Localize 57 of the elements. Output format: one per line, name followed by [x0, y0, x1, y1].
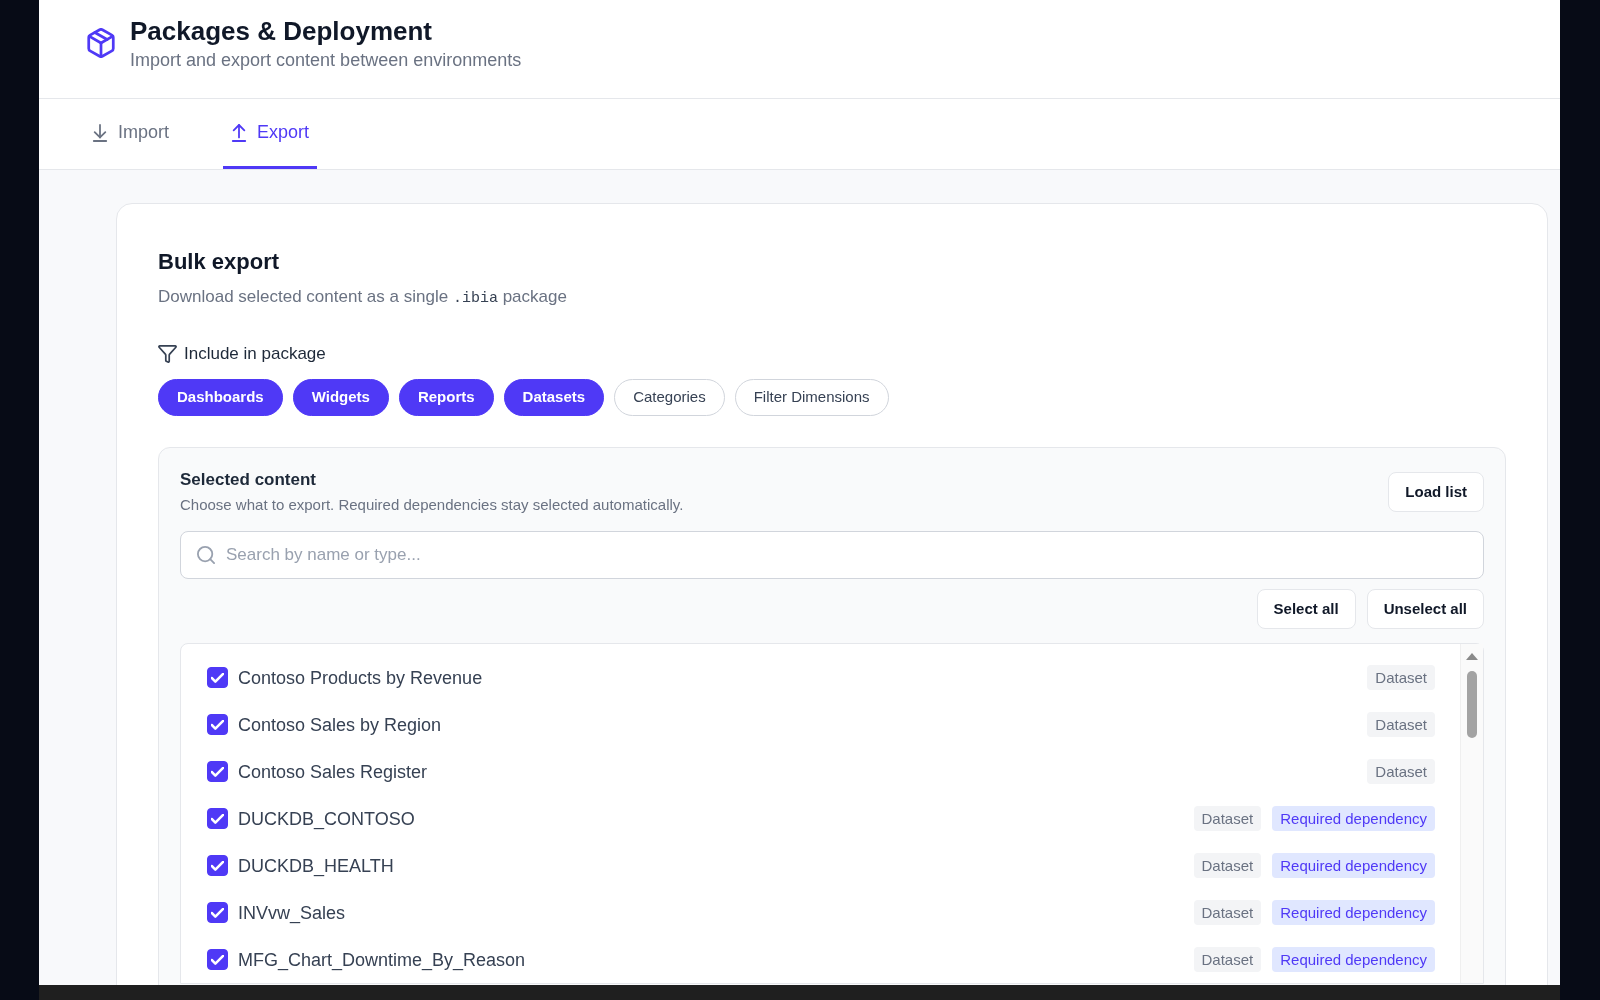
- checkbox[interactable]: [207, 855, 228, 876]
- item-name: Contoso Products by Revenue: [238, 666, 484, 690]
- package-icon: [86, 28, 116, 58]
- type-badge: Dataset: [1193, 900, 1262, 925]
- select-all-button[interactable]: Select all: [1256, 589, 1356, 629]
- checkbox[interactable]: [207, 949, 228, 970]
- type-badge: Dataset: [1193, 853, 1262, 878]
- panel-title: Selected content: [180, 469, 318, 491]
- dependency-badge: Required dependency: [1272, 806, 1435, 831]
- content-type-chip[interactable]: Widgets: [292, 379, 389, 416]
- item-name: Contoso Sales Register: [238, 760, 429, 784]
- download-icon: [92, 123, 108, 142]
- type-badge: Dataset: [1367, 712, 1435, 737]
- check-icon: [211, 907, 224, 918]
- include-label: Include in package: [184, 343, 326, 365]
- upload-icon: [231, 123, 247, 142]
- filter-icon: [158, 345, 177, 363]
- check-icon: [211, 813, 224, 824]
- type-badge: Dataset: [1367, 759, 1435, 784]
- dependency-badge: Required dependency: [1272, 947, 1435, 972]
- checkbox[interactable]: [207, 902, 228, 923]
- check-icon: [211, 954, 224, 965]
- type-badge: Dataset: [1193, 806, 1262, 831]
- type-badge: Dataset: [1193, 947, 1262, 972]
- dependency-badge: Required dependency: [1272, 900, 1435, 925]
- section-description: Download selected content as a single .ibia package: [158, 286, 568, 309]
- search-field[interactable]: Search by name or type...: [180, 531, 1484, 579]
- search-icon: [197, 546, 215, 564]
- check-icon: [211, 672, 224, 683]
- item-name: DUCKDB_CONTOSO: [238, 807, 416, 831]
- item-name: Contoso Sales by Region: [238, 713, 443, 737]
- checkbox[interactable]: [207, 667, 228, 688]
- content-type-chip[interactable]: Datasets: [503, 379, 605, 416]
- item-name: INVvw_Sales: [238, 901, 347, 925]
- dependency-badge: Required dependency: [1272, 853, 1435, 878]
- tab[interactable]: Import: [84, 99, 177, 169]
- content-type-chip[interactable]: Dashboards: [158, 379, 283, 416]
- check-icon: [211, 719, 224, 730]
- check-icon: [211, 860, 224, 871]
- type-badge: Dataset: [1367, 665, 1435, 690]
- item-name: MFG_Chart_Downtime_By_Reason: [238, 948, 527, 972]
- section-title: Bulk export: [158, 248, 281, 276]
- page-subtitle: Import and export content between environments: [130, 49, 522, 72]
- content-type-chip[interactable]: Reports: [398, 379, 494, 416]
- scrollbar-thumb[interactable]: [1467, 671, 1477, 738]
- content-type-chip[interactable]: Categories: [614, 379, 725, 416]
- load-list-button[interactable]: Load list: [1388, 472, 1484, 512]
- checkbox[interactable]: [207, 714, 228, 735]
- check-icon: [211, 766, 224, 777]
- item-name: DUCKDB_HEALTH: [238, 854, 395, 878]
- panel-hint: Choose what to export. Required dependencies stay selected automatically.: [180, 495, 684, 515]
- checkbox[interactable]: [207, 808, 228, 829]
- scroll-up-icon[interactable]: [1466, 653, 1478, 660]
- unselect-all-button[interactable]: Unselect all: [1366, 589, 1484, 629]
- content-type-chip[interactable]: Filter Dimensions: [734, 379, 889, 416]
- page-title: Packages & Deployment: [130, 15, 433, 47]
- checkbox[interactable]: [207, 761, 228, 782]
